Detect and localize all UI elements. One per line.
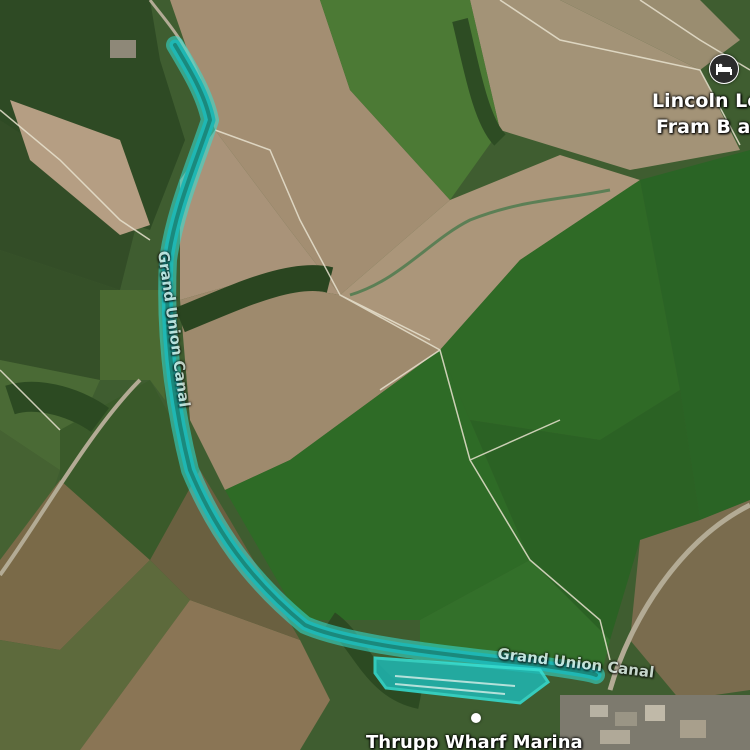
canal-water [161, 39, 602, 681]
waterway-overlay [158, 36, 605, 705]
bed-icon[interactable] [709, 54, 739, 84]
point-marker-icon[interactable] [471, 713, 481, 723]
poi-label-line1[interactable]: Lincoln Lo [652, 90, 750, 112]
canal-line[interactable] [158, 36, 605, 684]
satellite-map[interactable]: Grand Union Canal Grand Union Canal Linc… [0, 0, 750, 750]
poi-label-line2[interactable]: Fram B a [656, 116, 750, 138]
bed-glyph [710, 55, 738, 83]
marina-label[interactable]: Thrupp Wharf Marina [366, 732, 583, 750]
canal-center [165, 43, 598, 677]
